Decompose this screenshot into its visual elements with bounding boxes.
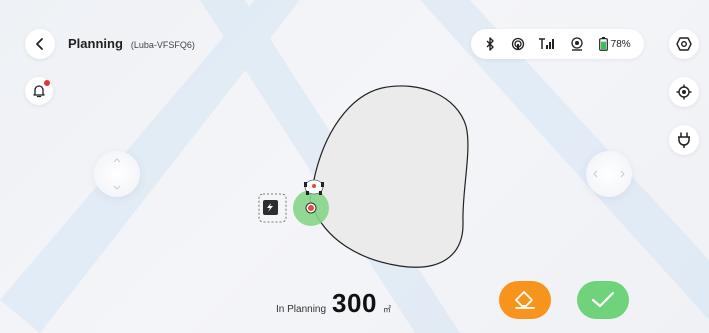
gnss-icon (570, 37, 584, 51)
page-title: Planning (68, 36, 123, 51)
planning-area-value: 300 (332, 288, 377, 318)
joystick-arrows-icon (593, 170, 625, 178)
device-name: (Luba-VFSFQ6) (130, 40, 195, 50)
bell-icon (33, 85, 45, 98)
back-button[interactable] (25, 29, 55, 59)
locate-target-icon (676, 84, 692, 100)
status-bar: 78% (471, 29, 644, 59)
chevron-left-icon (36, 38, 43, 50)
header: Planning (Luba-VFSFQ6) (68, 36, 195, 51)
battery-icon (598, 37, 608, 51)
erase-button[interactable] (499, 281, 551, 319)
left-joystick[interactable] (94, 151, 140, 197)
bluetooth-icon (484, 37, 496, 51)
checkmark-icon (591, 291, 615, 308)
planning-area-summary: In Planning 300 ㎡ (276, 288, 391, 319)
charging-plug-icon (678, 132, 690, 148)
planning-label: In Planning (276, 304, 327, 315)
mower-position-marker (305, 202, 317, 214)
planning-area-unit: ㎡ (382, 305, 391, 314)
battery-status: 78% (598, 37, 631, 51)
charging-station-button[interactable] (669, 125, 699, 155)
mower-icon[interactable] (304, 179, 324, 195)
notification-unread-dot (44, 80, 50, 86)
right-joystick[interactable] (586, 151, 632, 197)
charging-station[interactable] (258, 193, 287, 223)
cellular-signal-icon (539, 38, 555, 50)
settings-button[interactable] (669, 29, 699, 59)
wifi-icon (511, 37, 525, 51)
work-area-boundary[interactable] (309, 85, 469, 268)
joystick-arrows-icon (113, 158, 121, 190)
locate-button[interactable] (669, 77, 699, 107)
eraser-icon (515, 291, 535, 309)
battery-fill (600, 41, 606, 50)
confirm-button[interactable] (577, 281, 629, 319)
battery-percentage: 78% (610, 38, 631, 50)
settings-hexagon-icon (676, 37, 692, 51)
